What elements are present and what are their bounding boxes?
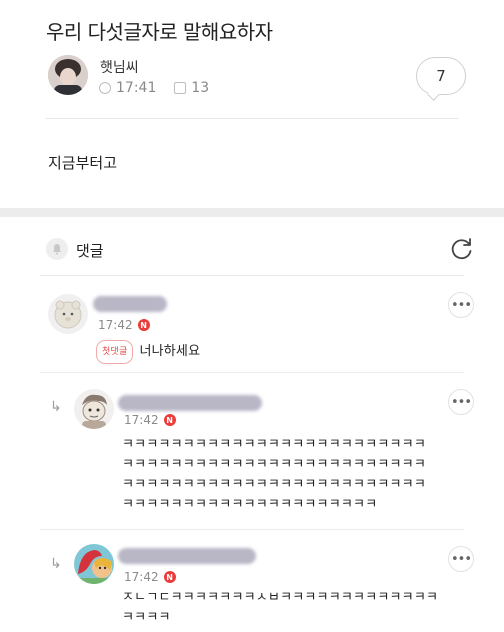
comment-text: ㅈㄴㄱㄷㅋㅋㅋㅋㅋㅋㅋㅅㅂㅋㅋㅋㅋㅋㅋㅋㅋㅋㅋㅋㅋㅋ ㅋㅋㅋㅋ — [122, 590, 439, 625]
more-icon[interactable]: ••• — [448, 292, 474, 318]
comment-time: 17:42 N — [124, 413, 176, 427]
clock-icon — [99, 82, 111, 94]
comment-count-button[interactable]: 7 — [416, 57, 466, 95]
comment-time: 17:42 N — [98, 318, 150, 332]
divider — [46, 118, 458, 119]
refresh-icon[interactable] — [449, 236, 475, 262]
new-badge: N — [163, 414, 176, 426]
comment-text: ㅋㅋㅋㅋㅋㅋㅋㅋㅋㅋㅋㅋㅋㅋㅋㅋㅋㅋㅋㅋㅋㅋㅋㅋㅋ ㅋㅋㅋㅋㅋㅋㅋㅋㅋㅋㅋㅋㅋㅋ… — [122, 437, 427, 512]
commenter-name[interactable] — [118, 395, 262, 411]
commenter-name[interactable] — [118, 548, 256, 564]
comment-text: 첫댓글 너나하세요 — [96, 340, 200, 364]
commenter-avatar[interactable] — [74, 544, 114, 584]
commenter-avatar[interactable] — [48, 294, 88, 334]
more-icon[interactable]: ••• — [448, 546, 474, 572]
new-badge: N — [137, 319, 150, 331]
comments-header: 댓글 — [0, 228, 504, 272]
new-badge: N — [163, 571, 176, 583]
post-title: 우리 다섯글자로 말해요하자 — [46, 20, 273, 44]
comment-count: 7 — [436, 67, 446, 85]
commenter-name[interactable] — [93, 296, 167, 312]
first-comment-tag: 첫댓글 — [96, 340, 134, 364]
post-body: 지금부터고 — [48, 154, 118, 172]
document-icon — [174, 82, 187, 94]
author-name[interactable]: 햇님씨 — [100, 57, 139, 77]
post-views: 13 — [191, 80, 210, 96]
comment-item-reply: ↳ 17:42 N ㅋㅋㅋㅋㅋㅋㅋㅋㅋㅋㅋㅋㅋㅋㅋㅋㅋㅋㅋㅋㅋㅋㅋㅋㅋ ㅋㅋㅋㅋ… — [0, 373, 504, 529]
section-divider — [0, 208, 504, 217]
author-avatar[interactable] — [48, 55, 88, 95]
post-meta: 17:41 13 — [99, 80, 209, 96]
bell-icon[interactable] — [46, 238, 68, 260]
more-icon[interactable]: ••• — [448, 389, 474, 415]
comments-label: 댓글 — [76, 242, 104, 260]
reply-arrow-icon: ↳ — [50, 556, 62, 572]
post-time: 17:41 — [116, 80, 157, 96]
post-header: 우리 다섯글자로 말해요하자 햇님씨 17:41 13 7 — [0, 0, 504, 122]
reply-arrow-icon: ↳ — [50, 399, 62, 415]
comment-time: 17:42 N — [124, 570, 176, 584]
comment-item-reply: ↳ 17:42 N ㅈㄴㄱㄷㅋㅋㅋㅋㅋㅋㅋㅅㅂㅋㅋㅋㅋㅋㅋㅋㅋㅋㅋㅋㅋㅋ ㅋㅋㅋ… — [0, 530, 504, 632]
comment-item: 17:42 N 첫댓글 너나하세요 ••• — [0, 276, 504, 372]
commenter-avatar[interactable] — [74, 389, 114, 429]
